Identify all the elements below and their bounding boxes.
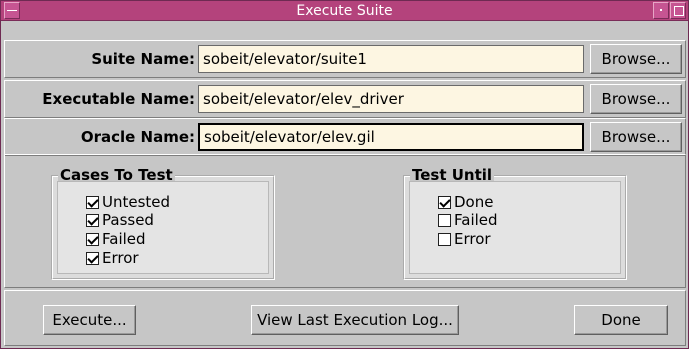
executable-name-browse-button[interactable]: Browse... — [590, 84, 682, 114]
cases-to-test-inner: Untested Passed Failed Error — [57, 181, 269, 274]
test-until-inner: Done Failed Error — [409, 181, 621, 274]
execute-suite-window: Execute Suite Suite Name: Browse... Exec… — [0, 0, 689, 349]
test-until-group: Test Until Done Failed Error — [403, 166, 627, 280]
options-panel: Cases To Test Untested Passed Failed Err… — [4, 154, 686, 288]
oracle-name-input[interactable] — [198, 123, 584, 151]
checkbox-until-error-box[interactable] — [438, 233, 451, 246]
minimize-icon[interactable] — [653, 2, 669, 19]
suite-name-row: Suite Name: Browse... — [4, 40, 686, 78]
suite-name-label: Suite Name: — [91, 50, 195, 68]
checkbox-until-failed-box[interactable] — [438, 214, 451, 227]
checkbox-error-box[interactable] — [86, 252, 99, 265]
checkbox-error-label: Error — [102, 249, 139, 267]
checkbox-until-done-label: Done — [454, 193, 494, 211]
checkbox-until-failed-label: Failed — [454, 211, 498, 229]
done-button[interactable]: Done — [574, 305, 668, 335]
checkbox-until-done-box[interactable] — [438, 196, 451, 209]
title-bar[interactable]: Execute Suite — [1, 1, 688, 21]
window-title: Execute Suite — [296, 3, 393, 19]
cases-to-test-group: Cases To Test Untested Passed Failed Err… — [51, 166, 275, 280]
suite-name-input[interactable] — [198, 45, 584, 73]
executable-name-input[interactable] — [198, 85, 584, 113]
oracle-name-label: Oracle Name: — [80, 128, 195, 146]
checkbox-passed-box[interactable] — [86, 214, 99, 227]
checkbox-failed-label: Failed — [102, 230, 146, 248]
suite-name-browse-button[interactable]: Browse... — [590, 44, 682, 74]
oracle-name-row: Oracle Name: Browse... — [4, 118, 686, 156]
view-last-execution-log-button[interactable]: View Last Execution Log... — [251, 305, 459, 335]
execute-button[interactable]: Execute... — [43, 305, 136, 335]
maximize-icon[interactable] — [670, 2, 686, 19]
oracle-name-browse-button[interactable]: Browse... — [590, 122, 682, 152]
checkbox-failed-box[interactable] — [86, 233, 99, 246]
action-bar: Execute... View Last Execution Log... Do… — [4, 290, 686, 346]
checkbox-untested-box[interactable] — [86, 196, 99, 209]
executable-name-label: Executable Name: — [42, 90, 195, 108]
checkbox-passed-label: Passed — [102, 211, 154, 229]
executable-name-row: Executable Name: Browse... — [4, 80, 686, 118]
checkbox-until-error-label: Error — [454, 230, 491, 248]
checkbox-untested-label: Untested — [102, 193, 171, 211]
